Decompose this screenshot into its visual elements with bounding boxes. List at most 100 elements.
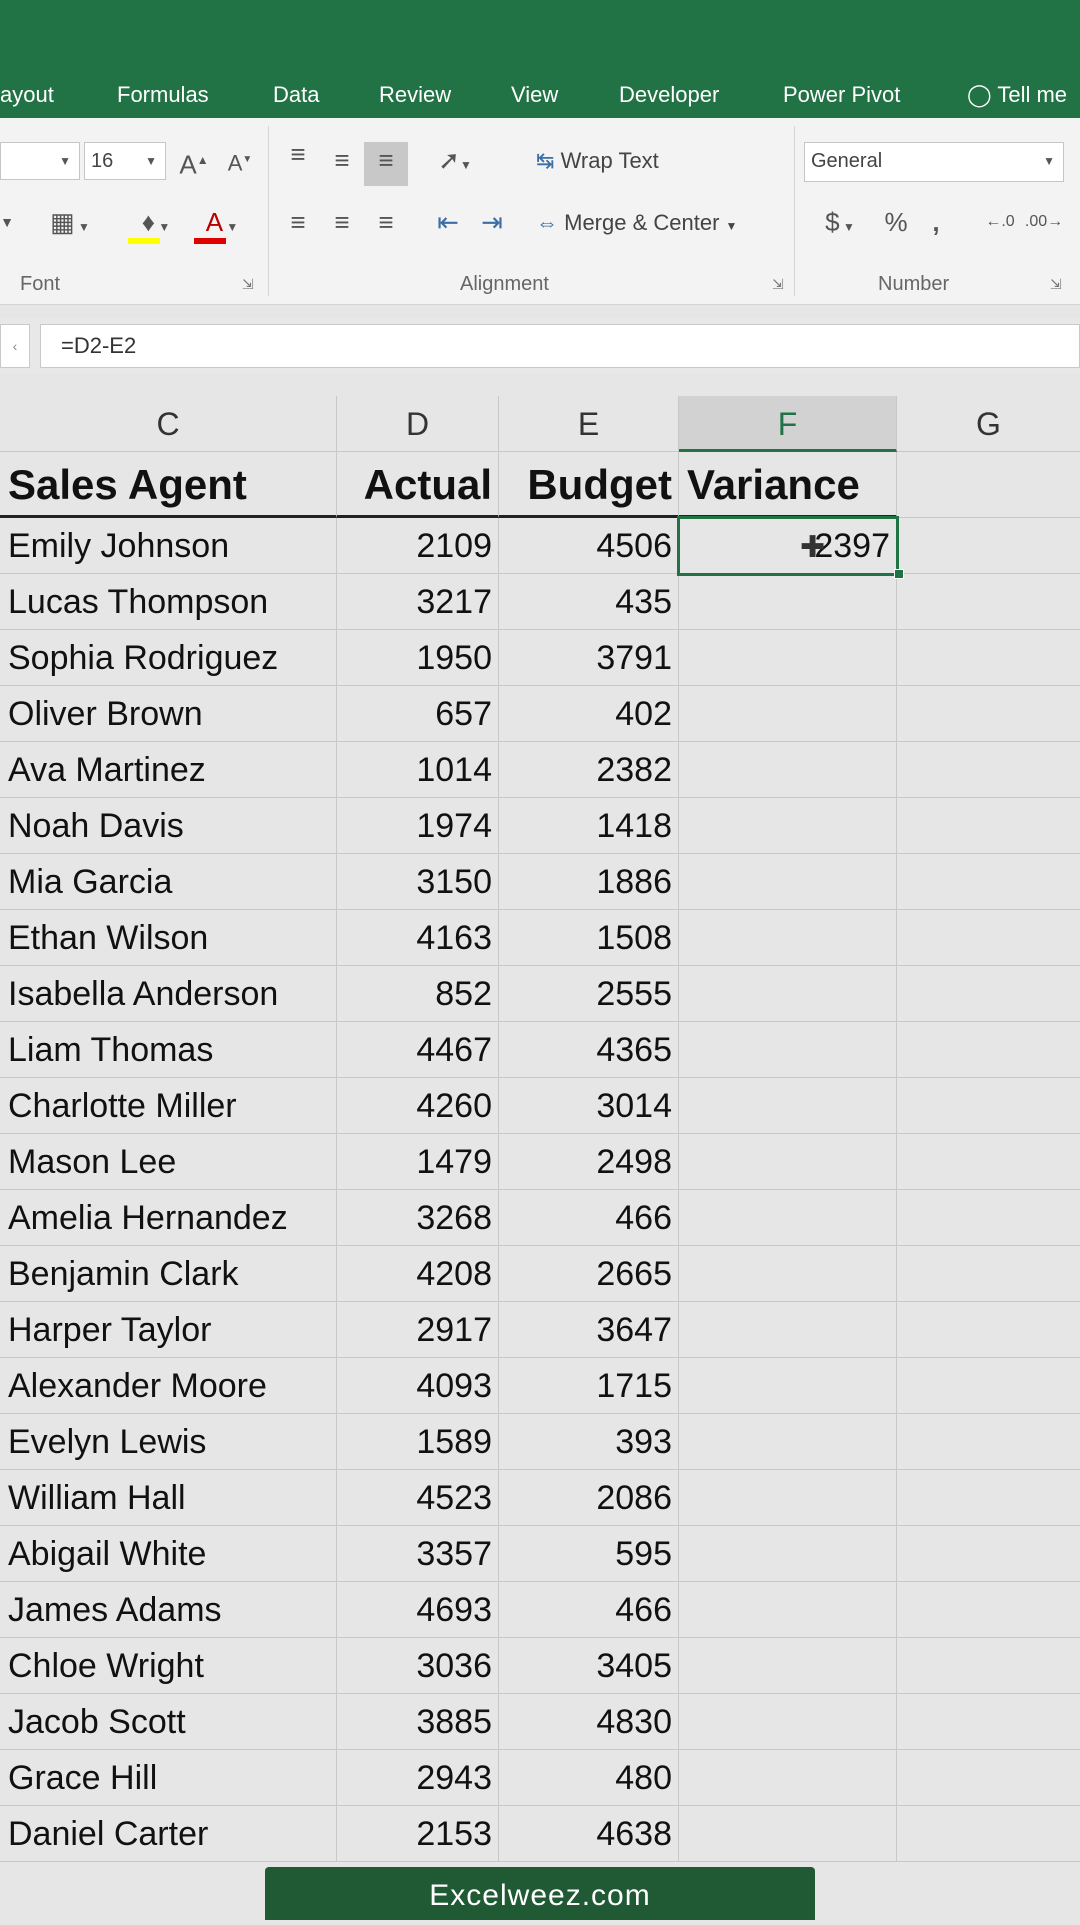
actual-cell[interactable]: 4093	[337, 1358, 499, 1414]
font-size-dropdown[interactable]: 16 ▼	[84, 142, 166, 180]
budget-cell[interactable]: 435	[499, 574, 679, 630]
variance-cell[interactable]	[679, 1414, 897, 1470]
actual-cell[interactable]: 4523	[337, 1470, 499, 1526]
number-dialog-launcher-icon[interactable]: ⇲	[1050, 276, 1062, 293]
comma-style-button[interactable]: ,	[918, 204, 954, 242]
agent-cell[interactable]: Grace Hill	[0, 1750, 337, 1806]
variance-cell[interactable]	[679, 1750, 897, 1806]
variance-cell[interactable]	[679, 1526, 897, 1582]
agent-cell[interactable]: Mia Garcia	[0, 854, 337, 910]
agent-cell[interactable]: Alexander Moore	[0, 1358, 337, 1414]
tab-review[interactable]: Review	[379, 72, 451, 118]
agent-cell[interactable]: Noah Davis	[0, 798, 337, 854]
font-name-dropdown[interactable]: ▼	[0, 142, 80, 180]
budget-cell[interactable]: 4638	[499, 1806, 679, 1862]
budget-cell[interactable]: 3405	[499, 1638, 679, 1694]
column-header-e[interactable]: E	[499, 396, 679, 452]
agent-cell[interactable]: Isabella Anderson	[0, 966, 337, 1022]
actual-cell[interactable]: 3150	[337, 854, 499, 910]
budget-cell[interactable]: 4365	[499, 1022, 679, 1078]
orientation-icon[interactable]: ➚▼	[430, 142, 480, 180]
decrease-font-size-icon[interactable]: A▼	[222, 142, 258, 180]
actual-cell[interactable]: 1589	[337, 1414, 499, 1470]
agent-cell[interactable]: Chloe Wright	[0, 1638, 337, 1694]
budget-cell[interactable]: 466	[499, 1582, 679, 1638]
budget-cell[interactable]: 1715	[499, 1358, 679, 1414]
agent-cell[interactable]: Liam Thomas	[0, 1022, 337, 1078]
agent-cell[interactable]: Ava Martinez	[0, 742, 337, 798]
actual-cell[interactable]: 4693	[337, 1582, 499, 1638]
empty-cell[interactable]	[897, 452, 1080, 518]
align-bottom-icon[interactable]: ≡	[364, 142, 408, 186]
agent-cell[interactable]: Evelyn Lewis	[0, 1414, 337, 1470]
empty-cell[interactable]	[897, 1190, 1080, 1246]
empty-cell[interactable]	[897, 1582, 1080, 1638]
variance-cell[interactable]	[679, 1638, 897, 1694]
budget-cell[interactable]: 393	[499, 1414, 679, 1470]
agent-cell[interactable]: Charlotte Miller	[0, 1078, 337, 1134]
variance-cell[interactable]	[679, 1694, 897, 1750]
budget-cell[interactable]: 2086	[499, 1470, 679, 1526]
agent-cell[interactable]: Emily Johnson	[0, 518, 337, 574]
empty-cell[interactable]	[897, 854, 1080, 910]
actual-cell[interactable]: 3357	[337, 1526, 499, 1582]
actual-cell[interactable]: 852	[337, 966, 499, 1022]
align-middle-icon[interactable]: ≡	[324, 142, 360, 180]
increase-font-size-icon[interactable]: A▲	[176, 142, 212, 180]
budget-cell[interactable]: 3791	[499, 630, 679, 686]
agent-cell[interactable]: Lucas Thompson	[0, 574, 337, 630]
align-top-icon[interactable]: ≡	[280, 136, 316, 174]
actual-cell[interactable]: 4467	[337, 1022, 499, 1078]
variance-cell[interactable]	[679, 1806, 897, 1862]
tab-page-layout[interactable]: ayout	[0, 72, 54, 118]
actual-cell[interactable]: 4208	[337, 1246, 499, 1302]
column-header-d[interactable]: D	[337, 396, 499, 452]
actual-cell[interactable]: 657	[337, 686, 499, 742]
actual-cell[interactable]: 2153	[337, 1806, 499, 1862]
tab-formulas[interactable]: Formulas	[117, 72, 209, 118]
font-color-icon[interactable]: A ▼	[192, 204, 252, 242]
empty-cell[interactable]	[897, 1806, 1080, 1862]
empty-cell[interactable]	[897, 1022, 1080, 1078]
actual-cell[interactable]: 1479	[337, 1134, 499, 1190]
agent-cell[interactable]: Amelia Hernandez	[0, 1190, 337, 1246]
tab-view[interactable]: View	[511, 72, 558, 118]
increase-indent-icon[interactable]: ⇥	[472, 204, 512, 242]
tab-data[interactable]: Data	[273, 72, 319, 118]
header-cell-sales-agent[interactable]: Sales Agent	[0, 452, 337, 518]
budget-cell[interactable]: 2382	[499, 742, 679, 798]
variance-cell[interactable]	[679, 742, 897, 798]
variance-cell[interactable]	[679, 574, 897, 630]
variance-cell[interactable]	[679, 1582, 897, 1638]
empty-cell[interactable]	[897, 518, 1080, 574]
header-cell-budget[interactable]: Budget	[499, 452, 679, 518]
agent-cell[interactable]: Sophia Rodriguez	[0, 630, 337, 686]
fill-color-icon[interactable]: ♦ ▼	[126, 204, 186, 242]
variance-cell[interactable]	[679, 1190, 897, 1246]
column-header-c[interactable]: C	[0, 396, 337, 452]
actual-cell[interactable]: 4260	[337, 1078, 499, 1134]
empty-cell[interactable]	[897, 1638, 1080, 1694]
empty-cell[interactable]	[897, 910, 1080, 966]
agent-cell[interactable]: Abigail White	[0, 1526, 337, 1582]
variance-cell[interactable]	[679, 910, 897, 966]
actual-cell[interactable]: 4163	[337, 910, 499, 966]
agent-cell[interactable]: Oliver Brown	[0, 686, 337, 742]
budget-cell[interactable]: 595	[499, 1526, 679, 1582]
empty-cell[interactable]	[897, 1526, 1080, 1582]
underline-dropdown-icon[interactable]: ▼	[0, 204, 14, 242]
empty-cell[interactable]	[897, 798, 1080, 854]
variance-cell[interactable]	[679, 630, 897, 686]
budget-cell[interactable]: 1886	[499, 854, 679, 910]
empty-cell[interactable]	[897, 1246, 1080, 1302]
variance-cell[interactable]	[679, 966, 897, 1022]
agent-cell[interactable]: Mason Lee	[0, 1134, 337, 1190]
budget-cell[interactable]: 4830	[499, 1694, 679, 1750]
variance-cell[interactable]	[679, 1022, 897, 1078]
active-cell-selection[interactable]	[677, 516, 899, 576]
header-cell-variance[interactable]: Variance	[679, 452, 897, 518]
actual-cell[interactable]: 3885	[337, 1694, 499, 1750]
budget-cell[interactable]: 1508	[499, 910, 679, 966]
budget-cell[interactable]: 3014	[499, 1078, 679, 1134]
empty-cell[interactable]	[897, 1470, 1080, 1526]
